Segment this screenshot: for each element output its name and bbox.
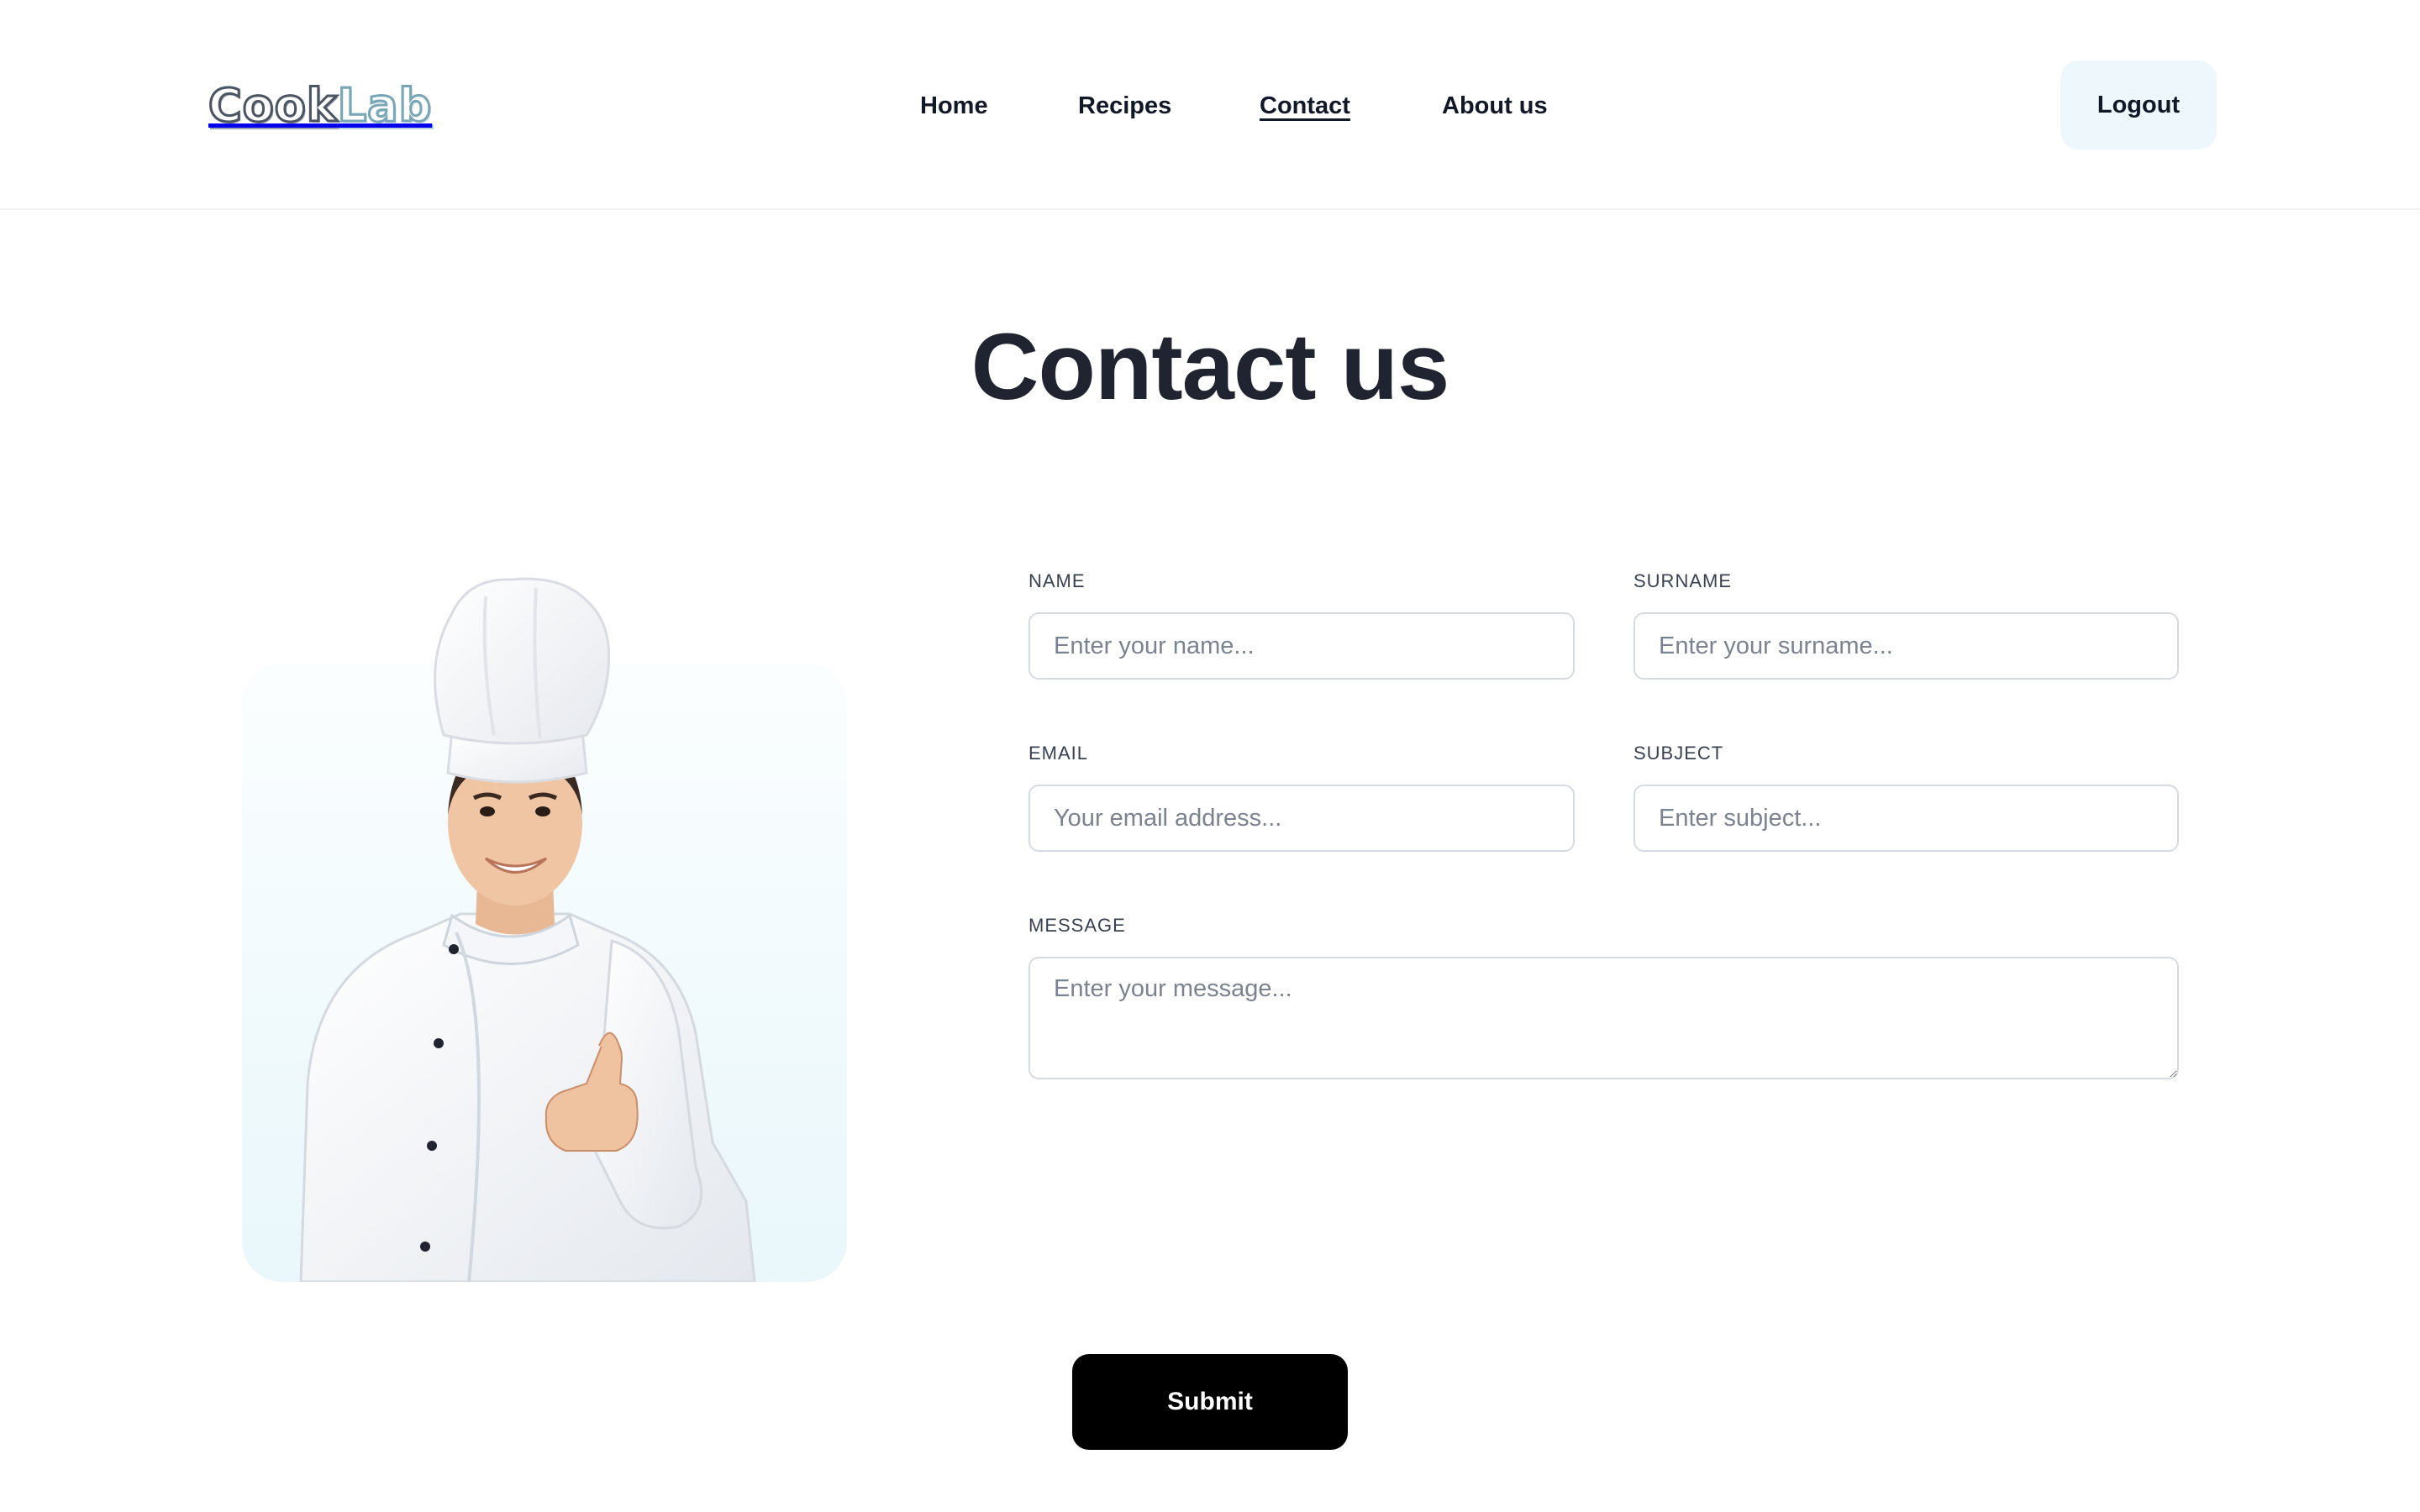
message-textarea[interactable]: [1028, 957, 2179, 1079]
email-label: EMAIL: [1028, 743, 1089, 764]
chef-thumbs-up-illustration: [299, 577, 756, 1282]
subject-input[interactable]: [1634, 785, 2179, 852]
message-label: MESSAGE: [1028, 915, 1126, 936]
email-input[interactable]: [1028, 785, 1575, 852]
cooklab-logo[interactable]: Cook Lab: [208, 79, 433, 132]
logo-cook: Cook: [208, 79, 339, 132]
name-input[interactable]: [1028, 612, 1575, 680]
surname-input[interactable]: [1634, 612, 2179, 680]
site-header: Cook Lab Home Recipes Contact About us Lo…: [0, 0, 2420, 210]
nav-recipes[interactable]: Recipes: [1078, 87, 1171, 124]
page-title: Contact us: [971, 314, 1450, 419]
nav-about-us[interactable]: About us: [1442, 87, 1548, 124]
nav-home[interactable]: Home: [920, 87, 988, 124]
subject-label: SUBJECT: [1634, 743, 1724, 764]
logout-button[interactable]: Logout: [2060, 60, 2217, 150]
submit-button[interactable]: Submit: [1072, 1354, 1348, 1450]
nav-contact[interactable]: Contact: [1260, 87, 1350, 124]
logo-lab: Lab: [336, 79, 433, 132]
surname-label: SURNAME: [1634, 570, 1733, 591]
name-label: NAME: [1028, 570, 1086, 591]
